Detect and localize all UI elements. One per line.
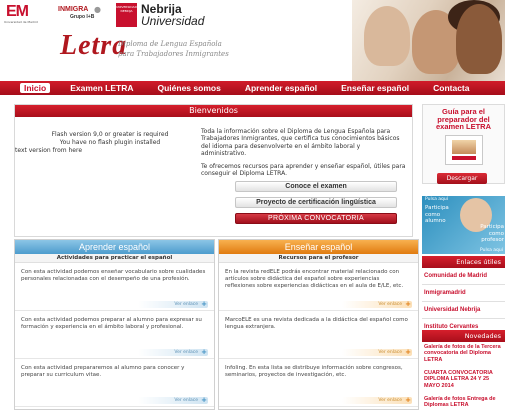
participa-banner[interactable]: Pulsa aquí Participa como alumno Partici… — [422, 196, 505, 254]
ensenar-title[interactable]: Enseñar español — [219, 240, 418, 254]
letra-subtitle-line1: Diploma de Lengua Española — [118, 40, 222, 48]
ensenar-column: Enseñar español Recursos para el profeso… — [218, 239, 419, 410]
link-inmigramadrid[interactable]: Inmigramadrid — [422, 285, 505, 302]
link-comunidad-madrid[interactable]: Comunidad de Madrid — [422, 268, 505, 285]
site-header: EM Universidad de Madrid INMIGRA ● Grupo… — [0, 0, 505, 82]
plus-icon[interactable]: + — [405, 349, 411, 356]
entry-text: MarcoELE es una revista dedicada a la di… — [225, 317, 408, 330]
em-logo[interactable]: EM Universidad de Madrid — [4, 3, 38, 25]
nav-contacta[interactable]: Contacta — [433, 83, 469, 93]
list-item: En la revista redELE podrás encontrar ma… — [219, 263, 418, 311]
entry-text: En la revista redELE podrás encontrar ma… — [225, 269, 404, 289]
plus-icon[interactable]: + — [201, 301, 207, 308]
plus-icon[interactable]: + — [405, 301, 411, 308]
flash-line1: Flash version 9,0 or greater is required — [51, 131, 169, 138]
news-item[interactable]: Galería de fotos de la Tercera convocato… — [422, 344, 505, 363]
header-photo — [352, 0, 505, 82]
list-item: Con esta actividad podemos enseñar vocab… — [15, 263, 214, 311]
enlaces-utiles-title: Enlaces útiles — [422, 256, 505, 268]
nav-aprender-espanol[interactable]: Aprender español — [245, 83, 317, 93]
plus-icon[interactable]: + — [201, 349, 207, 356]
list-item: Con esta actividad prepararemos al alumn… — [15, 359, 214, 407]
logo-bar: EM Universidad de Madrid INMIGRA ● Grupo… — [4, 3, 204, 29]
welcome-intro: Toda la información sobre el Diploma de … — [201, 128, 400, 157]
entry-text: Con esta actividad podemos enseñar vocab… — [21, 269, 206, 282]
nav-inicio[interactable]: Inicio — [20, 83, 51, 93]
nebrija-logo-text[interactable]: Nebrija Universidad — [141, 3, 204, 27]
ensenar-subtitle: Recursos para el profesor — [219, 254, 418, 263]
nav-ensenar-espanol[interactable]: Enseñar español — [341, 83, 409, 93]
letra-subtitle: Diploma de Lengua Española para Trabajad… — [118, 39, 229, 59]
nav-quienes-somos[interactable]: Quiénes somos — [158, 83, 221, 93]
conoce-examen-button[interactable]: Conoce el examen — [235, 181, 397, 192]
ver-enlace-link[interactable]: Ver enlace — [342, 349, 412, 356]
entry-text: Con esta actividad prepararemos al alumn… — [21, 365, 185, 378]
plus-icon[interactable]: + — [201, 397, 207, 404]
link-universidad-nebrija[interactable]: Universidad Nebrija — [422, 302, 505, 319]
em-logo-text: EM — [6, 3, 29, 20]
novedades-title: Novedades — [422, 330, 505, 342]
nav-examen-letra[interactable]: Examen LETRA — [70, 83, 133, 93]
news-item[interactable]: Galería de fotos Entrega de Diplomas LET… — [422, 396, 505, 409]
pulsa-aqui-label-2: Pulsa aquí — [480, 248, 503, 253]
ver-enlace-link[interactable]: Ver enlace — [342, 397, 412, 404]
inmigra-dots-icon: ● — [94, 5, 101, 14]
person-shape — [364, 6, 410, 66]
flash-placeholder: Flash version 9,0 or greater is required… — [15, 131, 205, 155]
flash-text-version-link[interactable]: text version from here — [15, 147, 205, 155]
plus-icon[interactable]: + — [405, 397, 411, 404]
guide-title[interactable]: Guía para el preparador del examen LETRA — [423, 105, 504, 131]
news-item[interactable]: CUARTA CONVOCATORIA DIPLOMA LETRA 24 Y 2… — [422, 370, 505, 389]
proxima-convocatoria-button[interactable]: PRÓXIMA CONVOCATORIA — [235, 213, 397, 224]
ver-enlace-link[interactable]: Ver enlace — [138, 349, 208, 356]
descargar-button[interactable]: Descargar — [437, 173, 487, 184]
aprender-column: Aprender español Actividades para practi… — [14, 239, 215, 410]
main-nav: Inicio Examen LETRA Quiénes somos Aprend… — [0, 81, 505, 95]
welcome-title: Bienvenidos — [15, 105, 412, 117]
aprender-title[interactable]: Aprender español — [15, 240, 214, 254]
guide-box: Guía para el preparador del examen LETRA… — [422, 104, 505, 184]
cover-band-shape — [452, 156, 476, 160]
list-item: MarcoELE es una revista dedicada a la di… — [219, 311, 418, 359]
ver-enlace-link[interactable]: Ver enlace — [342, 301, 412, 308]
pulsa-aqui-label: Pulsa aquí — [425, 197, 448, 202]
flash-line2: You have no flash plugin installed — [59, 139, 161, 146]
welcome-panel: Bienvenidos Flash version 9,0 or greater… — [14, 104, 413, 237]
nebrija-logo-box[interactable]: UNIVERSIDAD NEBRIJA — [116, 3, 137, 27]
ver-enlace-link[interactable]: Ver enlace — [138, 397, 208, 404]
em-logo-subtitle: Universidad de Madrid — [4, 20, 38, 24]
letra-subtitle-line2: para Trabajadores Inmigrantes — [118, 50, 229, 58]
person-shape — [456, 4, 502, 74]
participa-alumno-label: Participa como alumno — [425, 205, 449, 224]
nebrija-subtitle: Universidad — [141, 14, 205, 28]
entry-text: Infoling. En esta lista se distribuye in… — [225, 365, 403, 378]
list-item: Infoling. En esta lista se distribuye in… — [219, 359, 418, 407]
cover-photo-shape — [452, 140, 476, 154]
guide-cover-image[interactable] — [445, 135, 483, 165]
inmigra-logo[interactable]: INMIGRA ● Grupo I+B — [58, 3, 114, 25]
inmigra-group: Grupo I+B — [70, 14, 95, 20]
participa-profesor-label: Participa como profesor — [480, 224, 504, 243]
entry-text: Con esta actividad podemos preparar al a… — [21, 317, 202, 330]
aprender-subtitle: Actividades para practicar el español — [15, 254, 214, 263]
ver-enlace-link[interactable]: Ver enlace — [138, 301, 208, 308]
inmigra-title: INMIGRA — [58, 6, 89, 13]
welcome-resources: Te ofrecemos recursos para aprender y en… — [201, 163, 406, 178]
list-item: Con esta actividad podemos preparar al a… — [15, 311, 214, 359]
proyecto-certificacion-button[interactable]: Proyecto de certificación lingüística — [235, 197, 397, 208]
